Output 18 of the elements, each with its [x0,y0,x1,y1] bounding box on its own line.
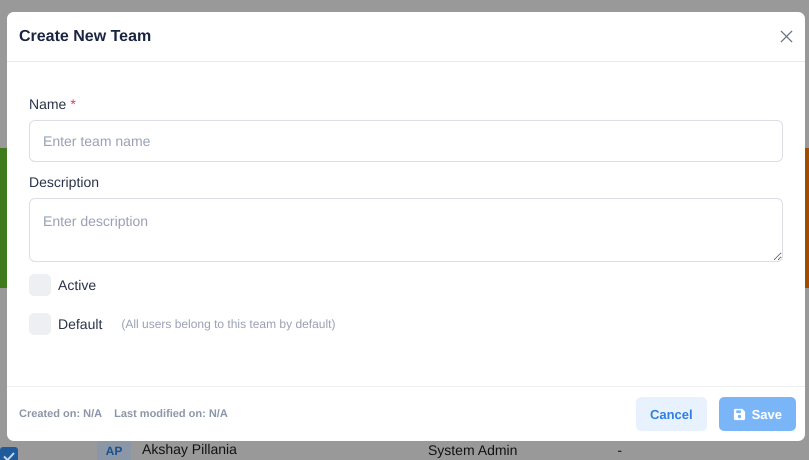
checkbox-label: Default [58,316,102,332]
close-icon[interactable] [778,28,795,45]
table-cell: - [617,442,622,458]
text-area[interactable]: Enter description [29,198,783,262]
cancel-button[interactable]: Cancel [636,397,707,431]
checkbox-label: Active [58,277,96,293]
checkbox[interactable] [0,447,18,460]
required-mark: * [70,96,76,112]
field-label: Description [29,174,100,190]
field-label: Name [29,96,66,112]
created-text: Created on: N/A [19,408,102,420]
input-field[interactable]: Enter team name [29,120,783,162]
user-name: Akshay Pillania [142,441,237,457]
role-text: System Admin [428,442,518,458]
hint-text: (All users belong to this team by default) [121,317,336,331]
dialog-title: Create New Team [19,28,152,46]
modified-text: Last modified on: N/A [114,408,228,420]
avatar: AP [97,440,131,460]
